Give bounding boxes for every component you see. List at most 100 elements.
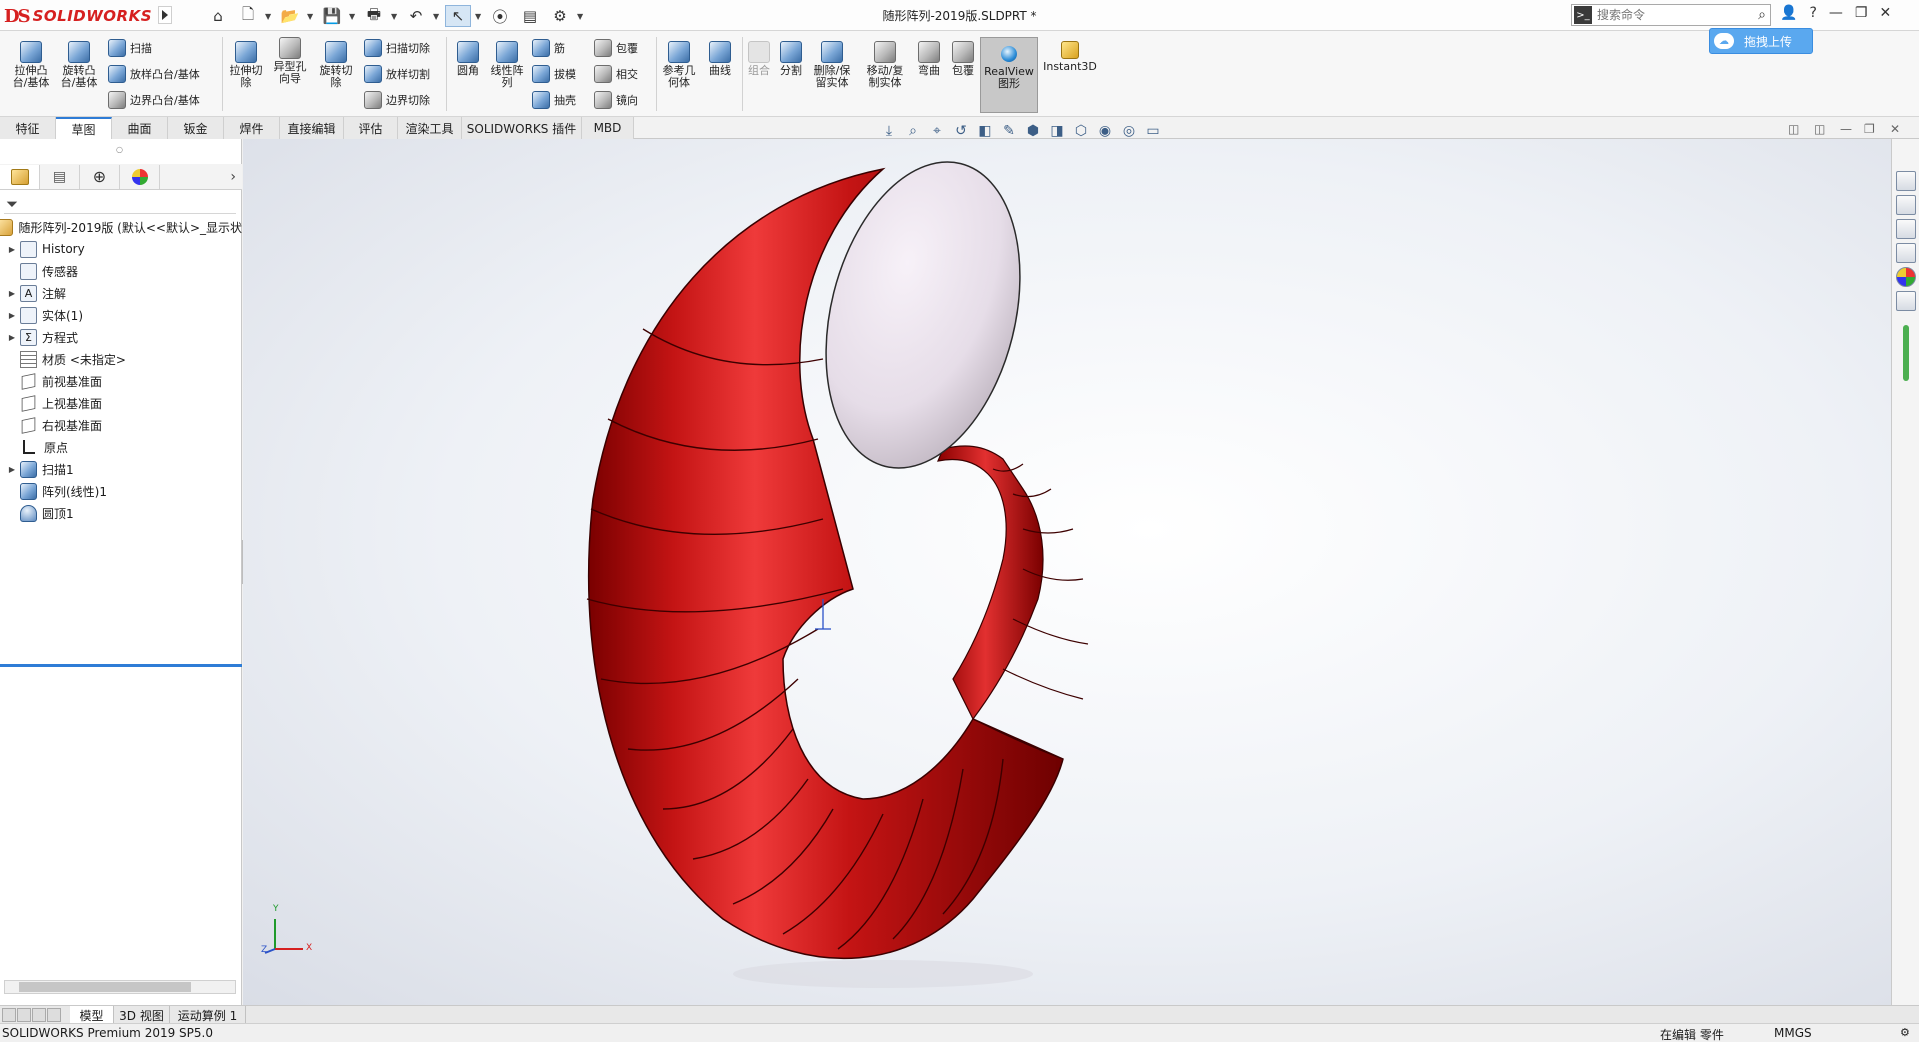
- gear-icon[interactable]: ⚙: [547, 5, 573, 27]
- new-document-icon[interactable]: 🗋: [235, 5, 261, 27]
- split-button[interactable]: 分割: [776, 41, 806, 77]
- drag-upload-button[interactable]: ☁ 拖拽上传: [1709, 28, 1813, 54]
- appearances-icon[interactable]: [1895, 267, 1916, 287]
- search-input[interactable]: [1597, 8, 1737, 22]
- zoom-to-fit-icon[interactable]: ⌕: [904, 122, 922, 140]
- view-orientation-icon[interactable]: ⤓: [880, 122, 898, 140]
- sweep-button[interactable]: 扫描: [108, 37, 152, 59]
- tree-item-solid-bodies[interactable]: ▶ 实体(1): [0, 304, 242, 326]
- chevron-down-icon[interactable]: ▼: [307, 12, 315, 21]
- tree-item-right-plane[interactable]: 右视基准面: [0, 414, 242, 436]
- solidworks-resources-icon[interactable]: [1895, 171, 1916, 191]
- mirror-button[interactable]: 镜向: [594, 89, 638, 111]
- boundary-boss-button[interactable]: 边界凸台/基体: [108, 89, 200, 111]
- section-view-icon[interactable]: ◧: [976, 122, 994, 140]
- tree-horizontal-scrollbar[interactable]: [4, 980, 236, 994]
- realview-button[interactable]: RealView 图形: [980, 37, 1038, 113]
- tab-sheet-metal[interactable]: 钣金: [168, 117, 224, 139]
- tree-item-history[interactable]: ▶ History: [0, 238, 242, 260]
- design-library-icon[interactable]: [1895, 195, 1916, 215]
- rollback-bar[interactable]: [0, 664, 242, 667]
- property-manager-tab[interactable]: ▤: [40, 164, 80, 189]
- viewport-tile-left-icon[interactable]: ◫: [1788, 122, 1799, 136]
- tree-item-origin[interactable]: 原点: [0, 436, 242, 458]
- print-icon[interactable]: 🖶: [361, 5, 387, 27]
- delete-keep-body-button[interactable]: 删除/保 留实体: [810, 41, 854, 89]
- menu-expand-arrow[interactable]: [158, 6, 172, 24]
- home-icon[interactable]: ⌂: [205, 5, 231, 27]
- viewport-minimize-icon[interactable]: —: [1840, 122, 1852, 136]
- tab-surfaces[interactable]: 曲面: [112, 117, 168, 139]
- tree-item-equations[interactable]: ▶ Σ 方程式: [0, 326, 242, 348]
- chevron-right-icon[interactable]: ›: [230, 169, 236, 185]
- expand-arrow-icon[interactable]: ▶: [6, 245, 18, 254]
- hole-wizard-button[interactable]: 异型孔 向导: [270, 37, 310, 85]
- solidworks-logo[interactable]: DS SOLIDWORKS: [4, 3, 154, 29]
- shell-button[interactable]: 抽壳: [532, 89, 576, 111]
- draft-button[interactable]: 拔模: [532, 63, 576, 85]
- move-copy-body-button[interactable]: 移动/复 制实体: [862, 41, 908, 89]
- configuration-manager-tab[interactable]: ⊕: [80, 164, 120, 189]
- custom-properties-icon[interactable]: [1895, 291, 1916, 311]
- task-pane-scroll-indicator[interactable]: [1902, 325, 1909, 381]
- chevron-down-icon[interactable]: ▼: [433, 12, 441, 21]
- viewport-restore-icon[interactable]: ❐: [1864, 122, 1875, 136]
- expand-arrow-icon[interactable]: ▶: [6, 333, 18, 342]
- filter-icon[interactable]: ⏷: [6, 195, 18, 213]
- tab-motion-study[interactable]: 运动算例 1: [170, 1006, 246, 1024]
- tab-solidworks-addins[interactable]: SOLIDWORKS 插件: [462, 117, 582, 139]
- minimize-icon[interactable]: —: [1829, 5, 1843, 21]
- undo-icon[interactable]: ↶: [403, 5, 429, 27]
- expand-arrow-icon[interactable]: ▶: [6, 311, 18, 320]
- prev-tab-icon[interactable]: [17, 1008, 31, 1022]
- lofted-cut-button[interactable]: 放样切割: [364, 63, 430, 85]
- expand-arrow-icon[interactable]: ▶: [6, 289, 18, 298]
- scrollbar-thumb[interactable]: [19, 982, 191, 992]
- view-settings-icon[interactable]: ▭: [1144, 122, 1162, 140]
- dynamic-annotation-icon[interactable]: ✎: [1000, 122, 1018, 140]
- extrude-cut-button[interactable]: 拉伸切 除: [226, 41, 266, 89]
- tree-item-dome1[interactable]: 圆顶1: [0, 502, 242, 524]
- first-tab-icon[interactable]: [2, 1008, 16, 1022]
- feature-manager-tab[interactable]: [0, 164, 40, 189]
- tab-direct-editing[interactable]: 直接编辑: [280, 117, 344, 139]
- help-icon[interactable]: ?: [1809, 5, 1816, 21]
- tab-evaluate[interactable]: 评估: [344, 117, 398, 139]
- intersect-button[interactable]: 相交: [594, 63, 638, 85]
- extrude-boss-button[interactable]: 拉伸凸 台/基体: [10, 41, 52, 89]
- zoom-to-area-icon[interactable]: ⌖: [928, 122, 946, 140]
- user-icon[interactable]: 👤: [1780, 5, 1797, 21]
- last-tab-icon[interactable]: [47, 1008, 61, 1022]
- cube-view-icon[interactable]: ⬢: [1024, 122, 1042, 140]
- restore-icon[interactable]: ❐: [1855, 5, 1868, 21]
- tab-mbd[interactable]: MBD: [582, 117, 634, 139]
- expand-arrow-icon[interactable]: ▶: [6, 465, 18, 474]
- tab-weldments[interactable]: 焊件: [224, 117, 280, 139]
- tab-features[interactable]: 特征: [0, 117, 56, 139]
- rib-button[interactable]: 筋: [532, 37, 565, 59]
- file-properties-icon[interactable]: ▤: [517, 5, 543, 27]
- horn-tail[interactable]: [937, 445, 1044, 721]
- instant3d-button[interactable]: Instant3D: [1042, 41, 1098, 73]
- wrap-button[interactable]: 包覆: [594, 37, 638, 59]
- next-tab-icon[interactable]: [32, 1008, 46, 1022]
- chevron-down-icon[interactable]: ▼: [391, 12, 399, 21]
- curves-button[interactable]: 曲线: [704, 41, 736, 77]
- chevron-down-icon[interactable]: ▼: [475, 12, 483, 21]
- search-commands[interactable]: >_ ⌕: [1571, 4, 1771, 26]
- open-folder-icon[interactable]: 📂: [277, 5, 303, 27]
- hide-show-icon[interactable]: ⬡: [1072, 122, 1090, 140]
- tree-item-sensors[interactable]: 传感器: [0, 260, 242, 282]
- fillet-button[interactable]: 圆角: [452, 41, 484, 77]
- tree-item-linear-pattern1[interactable]: 阵列(线性)1: [0, 480, 242, 502]
- previous-view-icon[interactable]: ↺: [952, 122, 970, 140]
- revolve-cut-button[interactable]: 旋转切 除: [316, 41, 356, 89]
- edit-appearance-icon[interactable]: ◉: [1096, 122, 1114, 140]
- viewport-close-icon[interactable]: ✕: [1890, 122, 1900, 136]
- chevron-down-icon[interactable]: ▼: [577, 12, 585, 21]
- unit-system[interactable]: MMGS: [1774, 1026, 1812, 1040]
- tab-3d-view[interactable]: 3D 视图: [114, 1006, 170, 1024]
- horn-model[interactable]: [583, 159, 1183, 999]
- swept-cut-button[interactable]: 扫描切除: [364, 37, 430, 59]
- tree-item-sweep1[interactable]: ▶ 扫描1: [0, 458, 242, 480]
